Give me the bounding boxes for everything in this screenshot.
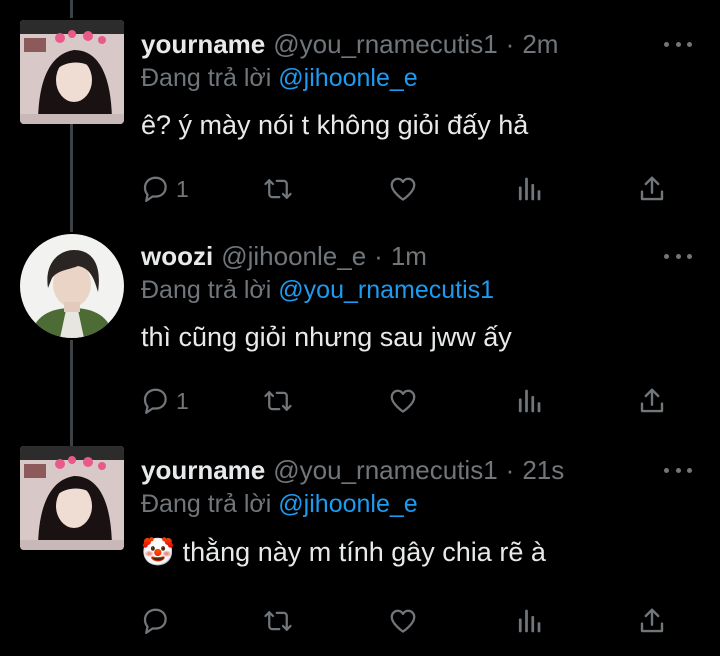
- action-bar: 1: [140, 172, 680, 206]
- share-button[interactable]: [637, 172, 667, 206]
- display-name[interactable]: yourname: [141, 29, 265, 60]
- like-icon: [390, 389, 416, 413]
- tweet-text: 🤡 thằng này m tính gây chia rẽ à: [141, 536, 546, 568]
- reply-count: 1: [176, 387, 189, 414]
- replying-to-label: Đang trả lời: [141, 64, 272, 92]
- tweet[interactable]: yourname @you_rnamecutis1 · 2m Đang trả …: [0, 20, 720, 214]
- clown-face-emoji: 🤡: [141, 537, 175, 567]
- retweet-icon: [264, 391, 292, 411]
- share-icon: [640, 608, 664, 633]
- separator: ·: [505, 28, 515, 59]
- retweet-button[interactable]: [263, 604, 293, 638]
- reply-icon: [143, 388, 167, 414]
- replying-to: Đang trả lời @you_rnamecutis1: [141, 276, 494, 305]
- reply-button[interactable]: 1: [140, 172, 189, 206]
- like-icon: [390, 609, 416, 633]
- avatar[interactable]: [20, 234, 124, 338]
- views-icon: [518, 609, 541, 633]
- timestamp[interactable]: 1m: [391, 241, 427, 272]
- retweet-icon: [264, 179, 292, 199]
- like-icon: [390, 177, 416, 201]
- tweet-body: thằng này m tính gây chia rẽ à: [182, 536, 546, 567]
- retweet-button[interactable]: [263, 172, 293, 206]
- replying-to-label: Đang trả lời: [141, 276, 272, 304]
- like-button[interactable]: [388, 384, 418, 418]
- retweet-button[interactable]: [263, 384, 293, 418]
- views-button[interactable]: [514, 172, 544, 206]
- display-name[interactable]: yourname: [141, 455, 265, 486]
- share-button[interactable]: [637, 604, 667, 638]
- reply-icon: [143, 608, 167, 634]
- separator: ·: [505, 454, 515, 485]
- like-button[interactable]: [388, 604, 418, 638]
- avatar[interactable]: [20, 446, 124, 550]
- user-handle[interactable]: @you_rnamecutis1: [273, 29, 497, 60]
- avatar[interactable]: [20, 20, 124, 124]
- reply-icon: [143, 176, 167, 202]
- tweet-header: yourname @you_rnamecutis1 · 21s: [141, 450, 564, 490]
- reply-count: 1: [176, 175, 189, 202]
- reply-button[interactable]: 1: [140, 384, 189, 418]
- more-icon[interactable]: [664, 460, 692, 480]
- views-icon: [518, 389, 541, 413]
- views-button[interactable]: [514, 384, 544, 418]
- share-icon: [640, 176, 664, 201]
- share-icon: [640, 388, 664, 413]
- timestamp[interactable]: 21s: [522, 455, 564, 486]
- tweet[interactable]: yourname @you_rnamecutis1 · 21s Đang trả…: [0, 446, 720, 650]
- reply-button[interactable]: [140, 604, 176, 638]
- user-handle[interactable]: @you_rnamecutis1: [273, 455, 497, 486]
- display-name[interactable]: woozi: [141, 241, 213, 272]
- user-handle[interactable]: @jihoonle_e: [221, 241, 366, 272]
- like-button[interactable]: [388, 172, 418, 206]
- retweet-icon: [264, 611, 292, 631]
- tweet-body: thì cũng giỏi nhưng sau jww ấy: [141, 322, 512, 352]
- tweet-header: woozi @jihoonle_e · 1m: [141, 236, 427, 276]
- tweet-text: ê? ý mày nói t không giỏi đấy hả: [141, 110, 528, 141]
- tweet-header: yourname @you_rnamecutis1 · 2m: [141, 24, 558, 64]
- replying-to: Đang trả lời @jihoonle_e: [141, 490, 418, 519]
- tweet-body: ê? ý mày nói t không giỏi đấy hả: [141, 110, 529, 140]
- mention-link[interactable]: @you_rnamecutis1: [278, 276, 494, 304]
- share-button[interactable]: [637, 384, 667, 418]
- separator: ·: [374, 240, 383, 271]
- timestamp[interactable]: 2m: [522, 29, 558, 60]
- action-bar: 1: [140, 384, 680, 418]
- tweet[interactable]: woozi @jihoonle_e · 1m Đang trả lời @you…: [0, 234, 720, 426]
- replying-to-label: Đang trả lời: [141, 490, 272, 518]
- tweet-text: thì cũng giỏi nhưng sau jww ấy: [141, 322, 512, 353]
- action-bar: [140, 604, 680, 638]
- views-button[interactable]: [514, 604, 544, 638]
- views-icon: [518, 177, 541, 201]
- replying-to: Đang trả lời @jihoonle_e: [141, 64, 418, 93]
- mention-link[interactable]: @jihoonle_e: [278, 490, 417, 518]
- more-icon[interactable]: [664, 34, 692, 54]
- mention-link[interactable]: @jihoonle_e: [278, 64, 417, 92]
- thread-line: [70, 0, 73, 18]
- more-icon[interactable]: [664, 246, 692, 266]
